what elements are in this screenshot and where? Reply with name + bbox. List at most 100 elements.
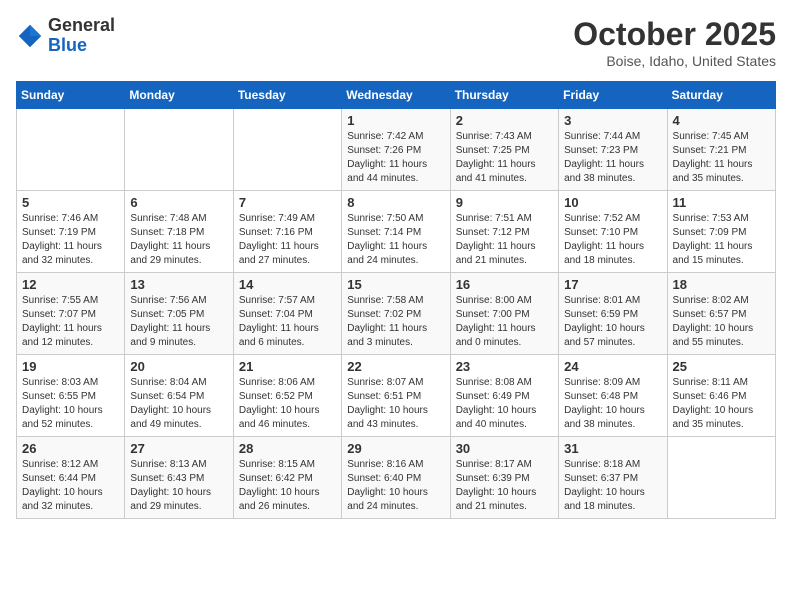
day-cell-2-0: 12 Sunrise: 7:55 AM Sunset: 7:07 PM Dayli… — [17, 273, 125, 355]
day-number: 24 — [564, 359, 661, 374]
day-info: Sunrise: 7:58 AM Sunset: 7:02 PM Dayligh… — [347, 294, 444, 350]
day-info: Sunrise: 7:44 AM Sunset: 7:23 PM Dayligh… — [564, 130, 661, 186]
week-row-1: 5 Sunrise: 7:46 AM Sunset: 7:19 PM Daylig… — [17, 191, 776, 273]
day-cell-4-6 — [667, 437, 775, 519]
day-info: Sunrise: 8:16 AM Sunset: 6:40 PM Dayligh… — [347, 458, 444, 514]
day-cell-2-4: 16 Sunrise: 8:00 AM Sunset: 7:00 PM Dayli… — [450, 273, 558, 355]
header-wednesday: Wednesday — [342, 82, 450, 109]
day-number: 27 — [130, 441, 227, 456]
day-info: Sunrise: 8:00 AM Sunset: 7:00 PM Dayligh… — [456, 294, 553, 350]
day-cell-1-4: 9Sunrise: 7:51 AM Sunset: 7:12 PM Daylig… — [450, 191, 558, 273]
day-number: 25 — [673, 359, 770, 374]
logo-blue-text: Blue — [48, 36, 115, 56]
day-info: Sunrise: 8:12 AM Sunset: 6:44 PM Dayligh… — [22, 458, 119, 514]
weekday-header-row: Sunday Monday Tuesday Wednesday Thursday… — [17, 82, 776, 109]
day-number: 2 — [456, 113, 553, 128]
day-info: Sunrise: 7:50 AM Sunset: 7:14 PM Dayligh… — [347, 212, 444, 268]
day-cell-1-0: 5 Sunrise: 7:46 AM Sunset: 7:19 PM Daylig… — [17, 191, 125, 273]
day-cell-0-5: 3 Sunrise: 7:44 AM Sunset: 7:23 PM Daylig… — [559, 109, 667, 191]
day-cell-1-6: 11 Sunrise: 7:53 AM Sunset: 7:09 PM Dayli… — [667, 191, 775, 273]
logo-general-text: General — [48, 16, 115, 36]
day-cell-4-5: 31 Sunrise: 8:18 AM Sunset: 6:37 PM Dayli… — [559, 437, 667, 519]
day-number: 7 — [239, 195, 336, 210]
day-cell-4-2: 28 Sunrise: 8:15 AM Sunset: 6:42 PM Dayli… — [233, 437, 341, 519]
day-number: 17 — [564, 277, 661, 292]
day-info: Sunrise: 8:15 AM Sunset: 6:42 PM Dayligh… — [239, 458, 336, 514]
header-sunday: Sunday — [17, 82, 125, 109]
logo: General Blue — [16, 16, 115, 56]
day-cell-4-4: 30 Sunrise: 8:17 AM Sunset: 6:39 PM Dayli… — [450, 437, 558, 519]
day-cell-3-4: 23 Sunrise: 8:08 AM Sunset: 6:49 PM Dayli… — [450, 355, 558, 437]
day-cell-2-3: 15Sunrise: 7:58 AM Sunset: 7:02 PM Dayli… — [342, 273, 450, 355]
day-info: Sunrise: 7:42 AM Sunset: 7:26 PM Dayligh… — [347, 130, 444, 186]
day-info: Sunrise: 8:01 AM Sunset: 6:59 PM Dayligh… — [564, 294, 661, 350]
day-number: 3 — [564, 113, 661, 128]
day-cell-3-3: 22 Sunrise: 8:07 AM Sunset: 6:51 PM Dayli… — [342, 355, 450, 437]
day-number: 31 — [564, 441, 661, 456]
day-info: Sunrise: 8:06 AM Sunset: 6:52 PM Dayligh… — [239, 376, 336, 432]
day-number: 21 — [239, 359, 336, 374]
week-row-4: 26Sunrise: 8:12 AM Sunset: 6:44 PM Dayli… — [17, 437, 776, 519]
day-number: 23 — [456, 359, 553, 374]
day-info: Sunrise: 8:07 AM Sunset: 6:51 PM Dayligh… — [347, 376, 444, 432]
day-number: 12 — [22, 277, 119, 292]
day-cell-0-4: 2 Sunrise: 7:43 AM Sunset: 7:25 PM Daylig… — [450, 109, 558, 191]
day-cell-3-1: 20 Sunrise: 8:04 AM Sunset: 6:54 PM Dayli… — [125, 355, 233, 437]
day-info: Sunrise: 7:52 AM Sunset: 7:10 PM Dayligh… — [564, 212, 661, 268]
day-info: Sunrise: 7:43 AM Sunset: 7:25 PM Dayligh… — [456, 130, 553, 186]
day-number: 29 — [347, 441, 444, 456]
day-info: Sunrise: 7:53 AM Sunset: 7:09 PM Dayligh… — [673, 212, 770, 268]
day-info: Sunrise: 7:56 AM Sunset: 7:05 PM Dayligh… — [130, 294, 227, 350]
day-number: 8 — [347, 195, 444, 210]
day-number: 5 — [22, 195, 119, 210]
day-cell-3-6: 25 Sunrise: 8:11 AM Sunset: 6:46 PM Dayli… — [667, 355, 775, 437]
day-cell-0-3: 1 Sunrise: 7:42 AM Sunset: 7:26 PM Daylig… — [342, 109, 450, 191]
header-friday: Friday — [559, 82, 667, 109]
day-info: Sunrise: 7:57 AM Sunset: 7:04 PM Dayligh… — [239, 294, 336, 350]
day-cell-1-5: 10 Sunrise: 7:52 AM Sunset: 7:10 PM Dayli… — [559, 191, 667, 273]
day-cell-3-5: 24Sunrise: 8:09 AM Sunset: 6:48 PM Dayli… — [559, 355, 667, 437]
day-info: Sunrise: 8:17 AM Sunset: 6:39 PM Dayligh… — [456, 458, 553, 514]
week-row-2: 12 Sunrise: 7:55 AM Sunset: 7:07 PM Dayli… — [17, 273, 776, 355]
day-cell-3-2: 21 Sunrise: 8:06 AM Sunset: 6:52 PM Dayli… — [233, 355, 341, 437]
day-number: 28 — [239, 441, 336, 456]
day-info: Sunrise: 8:13 AM Sunset: 6:43 PM Dayligh… — [130, 458, 227, 514]
day-number: 30 — [456, 441, 553, 456]
day-info: Sunrise: 8:02 AM Sunset: 6:57 PM Dayligh… — [673, 294, 770, 350]
day-cell-1-1: 6 Sunrise: 7:48 AM Sunset: 7:18 PM Daylig… — [125, 191, 233, 273]
day-cell-0-0 — [17, 109, 125, 191]
day-info: Sunrise: 8:08 AM Sunset: 6:49 PM Dayligh… — [456, 376, 553, 432]
day-number: 11 — [673, 195, 770, 210]
day-info: Sunrise: 7:49 AM Sunset: 7:16 PM Dayligh… — [239, 212, 336, 268]
day-number: 6 — [130, 195, 227, 210]
day-number: 1 — [347, 113, 444, 128]
page-header: General Blue October 2025 Boise, Idaho, … — [16, 16, 776, 69]
header-monday: Monday — [125, 82, 233, 109]
day-number: 4 — [673, 113, 770, 128]
day-info: Sunrise: 7:48 AM Sunset: 7:18 PM Dayligh… — [130, 212, 227, 268]
day-cell-2-6: 18 Sunrise: 8:02 AM Sunset: 6:57 PM Dayli… — [667, 273, 775, 355]
day-number: 10 — [564, 195, 661, 210]
day-number: 22 — [347, 359, 444, 374]
day-cell-4-1: 27 Sunrise: 8:13 AM Sunset: 6:43 PM Dayli… — [125, 437, 233, 519]
day-info: Sunrise: 8:18 AM Sunset: 6:37 PM Dayligh… — [564, 458, 661, 514]
day-cell-2-2: 14Sunrise: 7:57 AM Sunset: 7:04 PM Dayli… — [233, 273, 341, 355]
logo-icon — [16, 22, 44, 50]
day-info: Sunrise: 7:55 AM Sunset: 7:07 PM Dayligh… — [22, 294, 119, 350]
day-info: Sunrise: 8:03 AM Sunset: 6:55 PM Dayligh… — [22, 376, 119, 432]
day-number: 18 — [673, 277, 770, 292]
header-thursday: Thursday — [450, 82, 558, 109]
day-cell-3-0: 19Sunrise: 8:03 AM Sunset: 6:55 PM Dayli… — [17, 355, 125, 437]
day-info: Sunrise: 7:46 AM Sunset: 7:19 PM Dayligh… — [22, 212, 119, 268]
week-row-0: 1 Sunrise: 7:42 AM Sunset: 7:26 PM Daylig… — [17, 109, 776, 191]
day-number: 20 — [130, 359, 227, 374]
day-cell-1-3: 8 Sunrise: 7:50 AM Sunset: 7:14 PM Daylig… — [342, 191, 450, 273]
day-cell-0-2 — [233, 109, 341, 191]
day-cell-2-1: 13Sunrise: 7:56 AM Sunset: 7:05 PM Dayli… — [125, 273, 233, 355]
header-tuesday: Tuesday — [233, 82, 341, 109]
day-cell-4-0: 26Sunrise: 8:12 AM Sunset: 6:44 PM Dayli… — [17, 437, 125, 519]
day-info: Sunrise: 8:04 AM Sunset: 6:54 PM Dayligh… — [130, 376, 227, 432]
day-number: 16 — [456, 277, 553, 292]
day-info: Sunrise: 8:11 AM Sunset: 6:46 PM Dayligh… — [673, 376, 770, 432]
location-text: Boise, Idaho, United States — [573, 53, 776, 69]
